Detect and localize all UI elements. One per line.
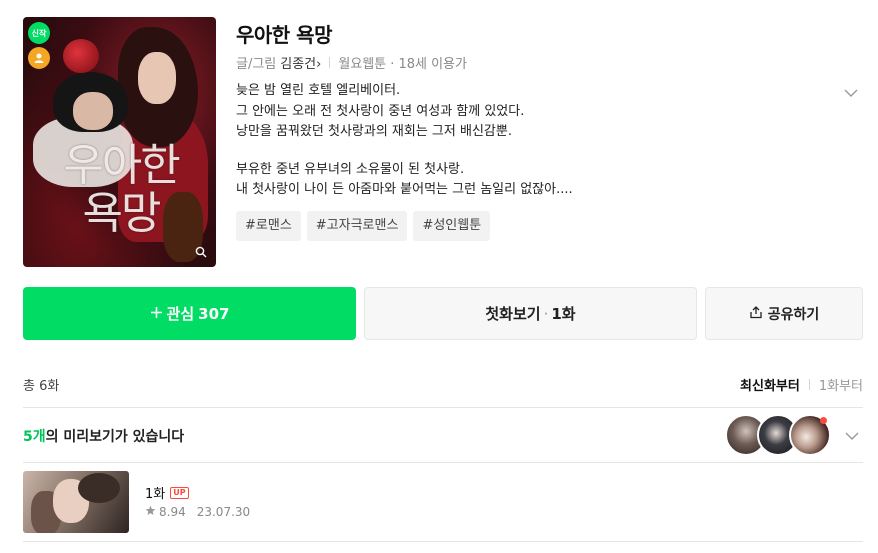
- star-icon: [145, 505, 156, 519]
- cover-art-man-face: [73, 92, 113, 130]
- separator-dot: ·: [543, 304, 549, 323]
- series-meta: 글/그림 김종건› 월요웹툰 · 18세 이용가: [236, 53, 467, 72]
- tag-item[interactable]: #로맨스: [236, 211, 301, 241]
- first-episode-label: 첫화보기: [485, 305, 541, 323]
- episode-rating: 8.94: [159, 505, 186, 519]
- sort-first-button[interactable]: 1화부터: [819, 375, 863, 394]
- sort-options: 최신화부터 1화부터: [740, 375, 863, 394]
- favorite-button[interactable]: 관심 307: [23, 287, 356, 340]
- cover-title-art: 우아한 욕망: [63, 140, 180, 239]
- notification-dot: [820, 417, 827, 424]
- share-icon: [749, 305, 763, 323]
- description-line: 늦은 밤 열린 호텔 엘리베이터.: [236, 83, 401, 98]
- cover-art-woman-face: [138, 52, 176, 104]
- person-icon: [28, 47, 50, 69]
- magnifier-icon[interactable]: [190, 241, 212, 263]
- series-description: 늦은 밤 열린 호텔 엘리베이터. 그 안에는 오래 전 첫사랑이 중년 여성과…: [236, 81, 796, 201]
- publish-day: 월요웹툰: [338, 57, 387, 72]
- series-title: 우아한 욕망: [236, 23, 332, 47]
- cover-art-rose: [63, 39, 99, 73]
- sort-divider: [808, 379, 810, 390]
- chevron-down-icon[interactable]: [842, 84, 860, 102]
- new-badge: 신작: [28, 22, 50, 44]
- divider: [23, 407, 863, 408]
- plus-icon: [150, 305, 163, 323]
- author-link[interactable]: 김종건›: [280, 53, 321, 72]
- up-badge: UP: [170, 486, 189, 499]
- share-label: 공유하기: [767, 306, 820, 323]
- description-line: 그 안에는 오래 전 첫사랑이 중년 여성과 함께 있었다.: [236, 103, 525, 119]
- tag-item[interactable]: #고자극로맨스: [306, 211, 408, 241]
- favorite-label: 관심: [166, 305, 195, 323]
- tag-list: #로맨스 #고자극로맨스 #성인웹툰: [236, 211, 491, 241]
- episode-number: 1화: [145, 487, 166, 502]
- preview-notice[interactable]: 5개의 미리보기가 있습니다: [23, 426, 184, 446]
- author-name: 김종건: [280, 57, 317, 72]
- description-line: [236, 143, 796, 160]
- episode-total: 총 6화: [23, 379, 60, 394]
- episode-title[interactable]: 1화 UP: [145, 483, 189, 502]
- favorite-count: 307: [198, 304, 230, 323]
- episode-date: 23.07.30: [196, 505, 251, 519]
- author-arrow-icon: ›: [316, 57, 322, 72]
- chevron-down-icon[interactable]: [843, 427, 861, 445]
- preview-thumbnails[interactable]: [725, 414, 835, 456]
- divider: [23, 541, 863, 542]
- first-episode-number: 1화: [551, 305, 576, 323]
- preview-count: 5개: [23, 429, 46, 445]
- first-episode-button[interactable]: 첫화보기 · 1화: [364, 287, 697, 340]
- description-line: 내 첫사랑이 나이 든 아줌마와 붙어먹는 그런 놈일리 없잖아....: [236, 182, 573, 197]
- age-rating: · 18세 이용가: [390, 57, 467, 72]
- cover-image[interactable]: 우아한 욕망 신작: [23, 17, 216, 267]
- description-line: 부유한 중년 유부녀의 소유물이 된 첫사랑.: [236, 161, 465, 177]
- description-line: 낭만을 꿈꿔왔던 첫사랑과의 재회는 그저 배신감뿐.: [236, 124, 512, 139]
- divider: [23, 462, 863, 463]
- meta-divider: [329, 57, 331, 68]
- episode-thumbnail[interactable]: [23, 471, 129, 533]
- preview-label: 의 미리보기가 있습니다: [45, 429, 185, 445]
- author-prefix: 글/그림: [236, 57, 277, 72]
- sort-latest-button[interactable]: 최신화부터: [740, 375, 800, 394]
- tag-item[interactable]: #성인웹툰: [413, 211, 491, 241]
- share-button[interactable]: 공유하기: [705, 287, 863, 340]
- thumbnail-art: [78, 473, 120, 503]
- episode-meta: 8.94 23.07.30: [145, 505, 250, 519]
